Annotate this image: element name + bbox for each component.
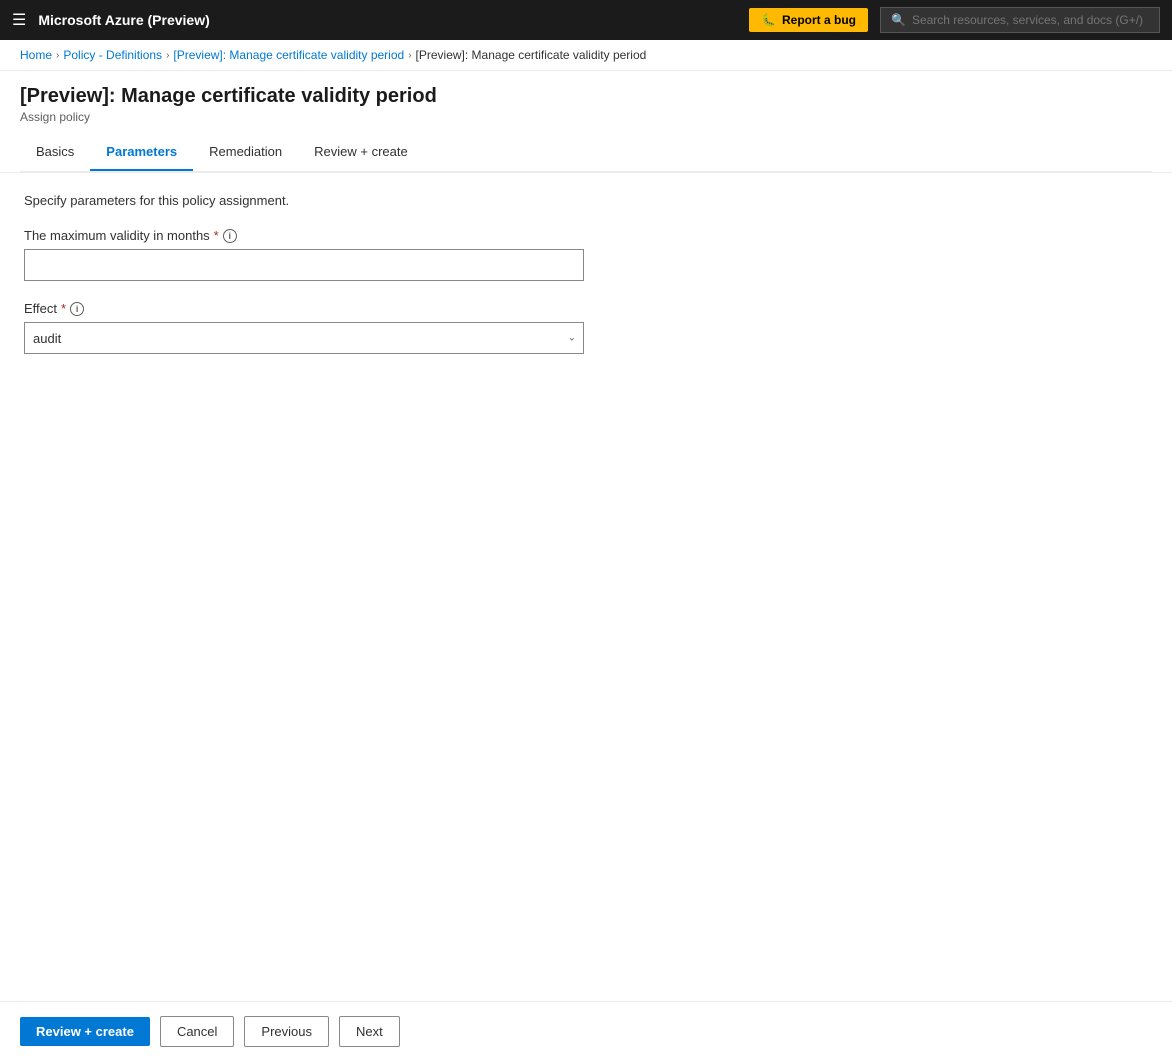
page-wrapper: ☰ Microsoft Azure (Preview) 🐛 Report a b… (0, 0, 1172, 1061)
previous-button[interactable]: Previous (244, 1016, 329, 1047)
effect-info-icon[interactable]: i (70, 302, 84, 316)
max-validity-label: The maximum validity in months * i (24, 228, 1148, 243)
tab-review-create[interactable]: Review + create (298, 134, 424, 171)
tab-remediation[interactable]: Remediation (193, 134, 298, 171)
section-description: Specify parameters for this policy assig… (24, 193, 1148, 208)
effect-select[interactable]: audit deny disabled (24, 322, 584, 354)
app-title: Microsoft Azure (Preview) (38, 12, 737, 28)
max-validity-info-icon[interactable]: i (223, 229, 237, 243)
max-validity-field-group: The maximum validity in months * i (24, 228, 1148, 281)
effect-label: Effect * i (24, 301, 1148, 316)
hamburger-icon[interactable]: ☰ (12, 10, 26, 30)
breadcrumb-home[interactable]: Home (20, 48, 52, 62)
breadcrumb: Home › Policy - Definitions › [Preview]:… (0, 40, 1172, 71)
max-validity-input[interactable] (24, 249, 584, 281)
review-create-button[interactable]: Review + create (20, 1017, 150, 1046)
search-input[interactable] (912, 13, 1149, 27)
effect-required: * (61, 301, 66, 316)
breadcrumb-manage-cert[interactable]: [Preview]: Manage certificate validity p… (173, 48, 404, 62)
breadcrumb-policy-definitions[interactable]: Policy - Definitions (63, 48, 162, 62)
bug-icon: 🐛 (761, 13, 776, 27)
search-icon: 🔍 (891, 13, 906, 27)
next-button[interactable]: Next (339, 1016, 400, 1047)
page-header: [Preview]: Manage certificate validity p… (0, 71, 1172, 173)
tabs: Basics Parameters Remediation Review + c… (20, 134, 1152, 172)
main-content: Specify parameters for this policy assig… (0, 173, 1172, 873)
report-bug-button[interactable]: 🐛 Report a bug (749, 8, 868, 32)
breadcrumb-current: [Preview]: Manage certificate validity p… (416, 48, 647, 62)
top-nav: ☰ Microsoft Azure (Preview) 🐛 Report a b… (0, 0, 1172, 40)
search-box: 🔍 (880, 7, 1160, 33)
content-area: Specify parameters for this policy assig… (0, 173, 1172, 1001)
page-title: [Preview]: Manage certificate validity p… (20, 85, 1152, 108)
breadcrumb-sep-3: › (408, 50, 411, 61)
tab-parameters[interactable]: Parameters (90, 134, 193, 171)
breadcrumb-sep-1: › (56, 50, 59, 61)
footer-bar: Review + create Cancel Previous Next (0, 1001, 1172, 1061)
tab-basics[interactable]: Basics (20, 134, 90, 171)
max-validity-required: * (214, 228, 219, 243)
breadcrumb-sep-2: › (166, 50, 169, 61)
cancel-button[interactable]: Cancel (160, 1016, 234, 1047)
effect-select-wrapper: audit deny disabled ⌄ (24, 322, 584, 354)
effect-field-group: Effect * i audit deny disabled ⌄ (24, 301, 1148, 354)
page-subtitle: Assign policy (20, 110, 1152, 124)
